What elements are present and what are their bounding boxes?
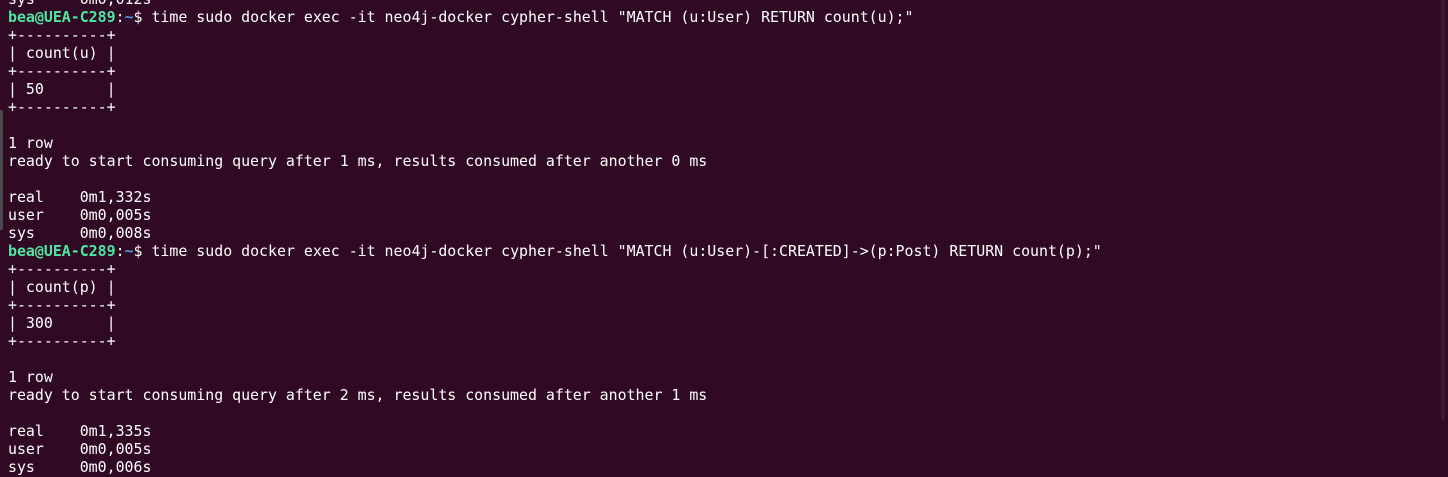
output-line: +----------+ <box>8 98 116 116</box>
output-line: user 0m0,005s <box>8 440 152 458</box>
prompt-separator: : <box>115 8 125 26</box>
output-line: | 50 | <box>8 80 116 98</box>
command-text[interactable]: time sudo docker exec -it neo4j-docker c… <box>151 242 1101 260</box>
terminal-window[interactable]: sys 0m0,012sbea@UEA-C289:~$ time sudo do… <box>0 0 1448 477</box>
output-line: | count(u) | <box>8 44 116 62</box>
output-line: +----------+ <box>8 332 116 350</box>
output-line: | count(p) | <box>8 278 116 296</box>
output-line: ready to start consuming query after 1 m… <box>8 152 708 170</box>
output-line: | 300 | <box>8 314 116 332</box>
output-line: user 0m0,005s <box>8 206 152 224</box>
output-line: sys 0m0,012s <box>8 0 1448 8</box>
prompt-user-host: bea@UEA-C289 <box>8 242 116 260</box>
output-line: +----------+ <box>8 62 116 80</box>
terminal-scrollbar[interactable] <box>1434 0 1448 477</box>
terminal-output[interactable]: sys 0m0,012sbea@UEA-C289:~$ time sudo do… <box>8 0 1448 477</box>
window-edge-handle <box>0 110 3 230</box>
command-text[interactable]: time sudo docker exec -it neo4j-docker c… <box>151 8 913 26</box>
output-line: real 0m1,335s <box>8 422 152 440</box>
output-line: 1 row <box>8 368 53 386</box>
prompt-path: ~ <box>124 242 134 260</box>
output-line: sys 0m0,008s <box>8 224 152 242</box>
output-line: 1 row <box>8 134 53 152</box>
output-line: +----------+ <box>8 260 116 278</box>
output-line: ready to start consuming query after 2 m… <box>8 386 708 404</box>
output-line: real 0m1,332s <box>8 188 152 206</box>
prompt-symbol: $ <box>133 242 152 260</box>
output-line: +----------+ <box>8 26 116 44</box>
prompt-symbol: $ <box>133 8 152 26</box>
prompt-separator: : <box>115 242 125 260</box>
prompt-line: bea@UEA-C289:~$ time sudo docker exec -i… <box>8 242 1448 260</box>
prompt-user-host: bea@UEA-C289 <box>8 8 116 26</box>
output-line: sys 0m0,006s <box>8 458 152 476</box>
scrollbar-thumb[interactable] <box>1441 0 1445 420</box>
prompt-path: ~ <box>124 8 134 26</box>
output-line: +----------+ <box>8 296 116 314</box>
prompt-line: bea@UEA-C289:~$ time sudo docker exec -i… <box>8 8 1448 26</box>
